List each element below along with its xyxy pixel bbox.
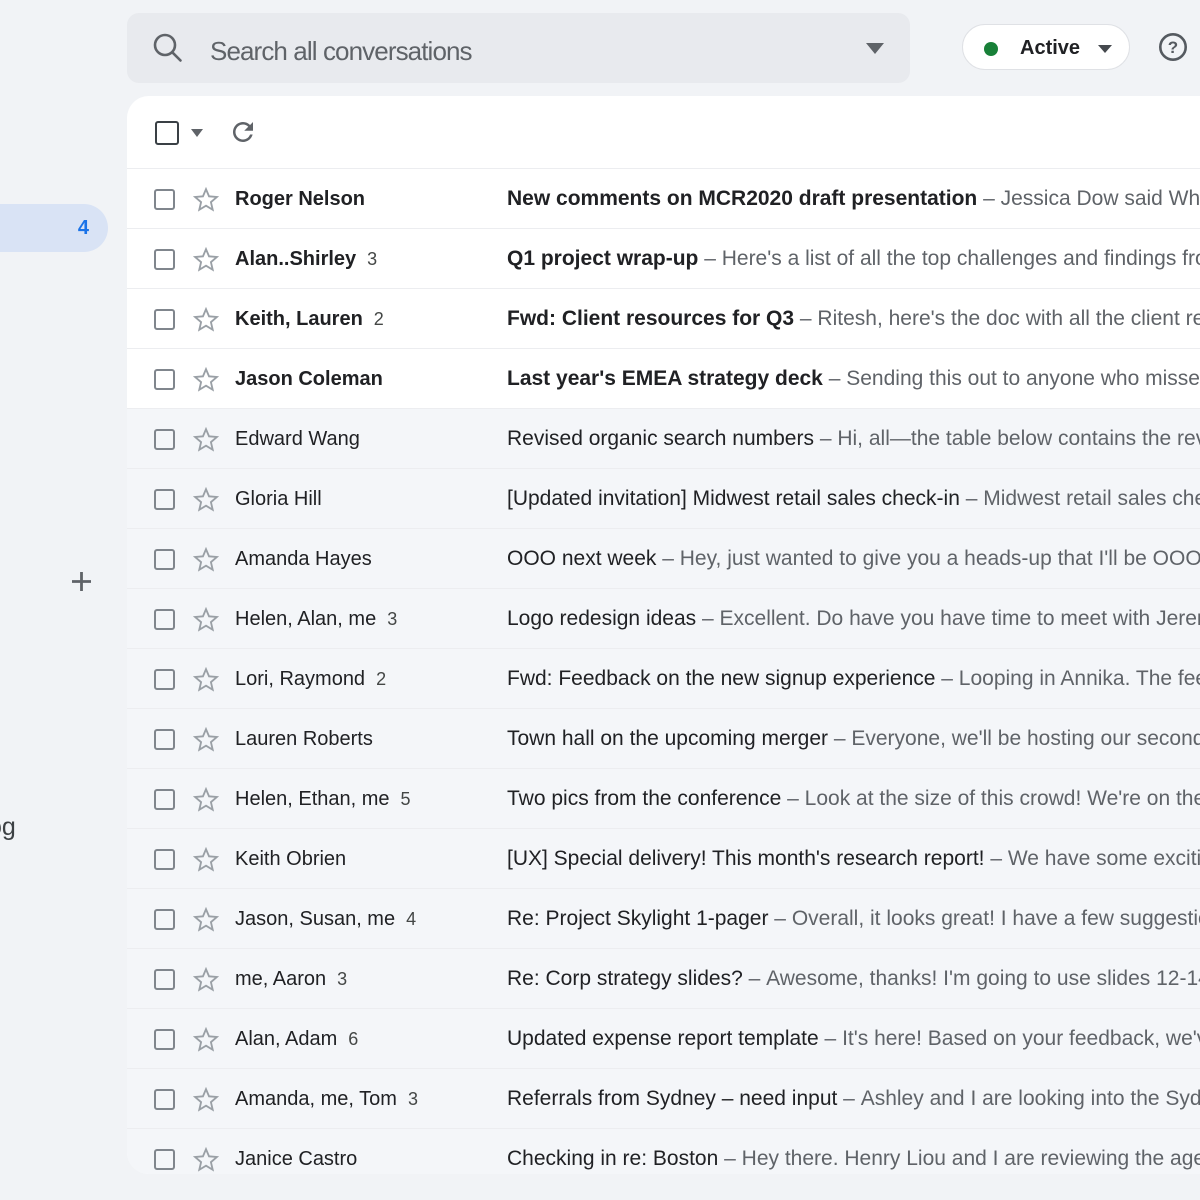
svg-text:?: ?	[1168, 38, 1178, 57]
